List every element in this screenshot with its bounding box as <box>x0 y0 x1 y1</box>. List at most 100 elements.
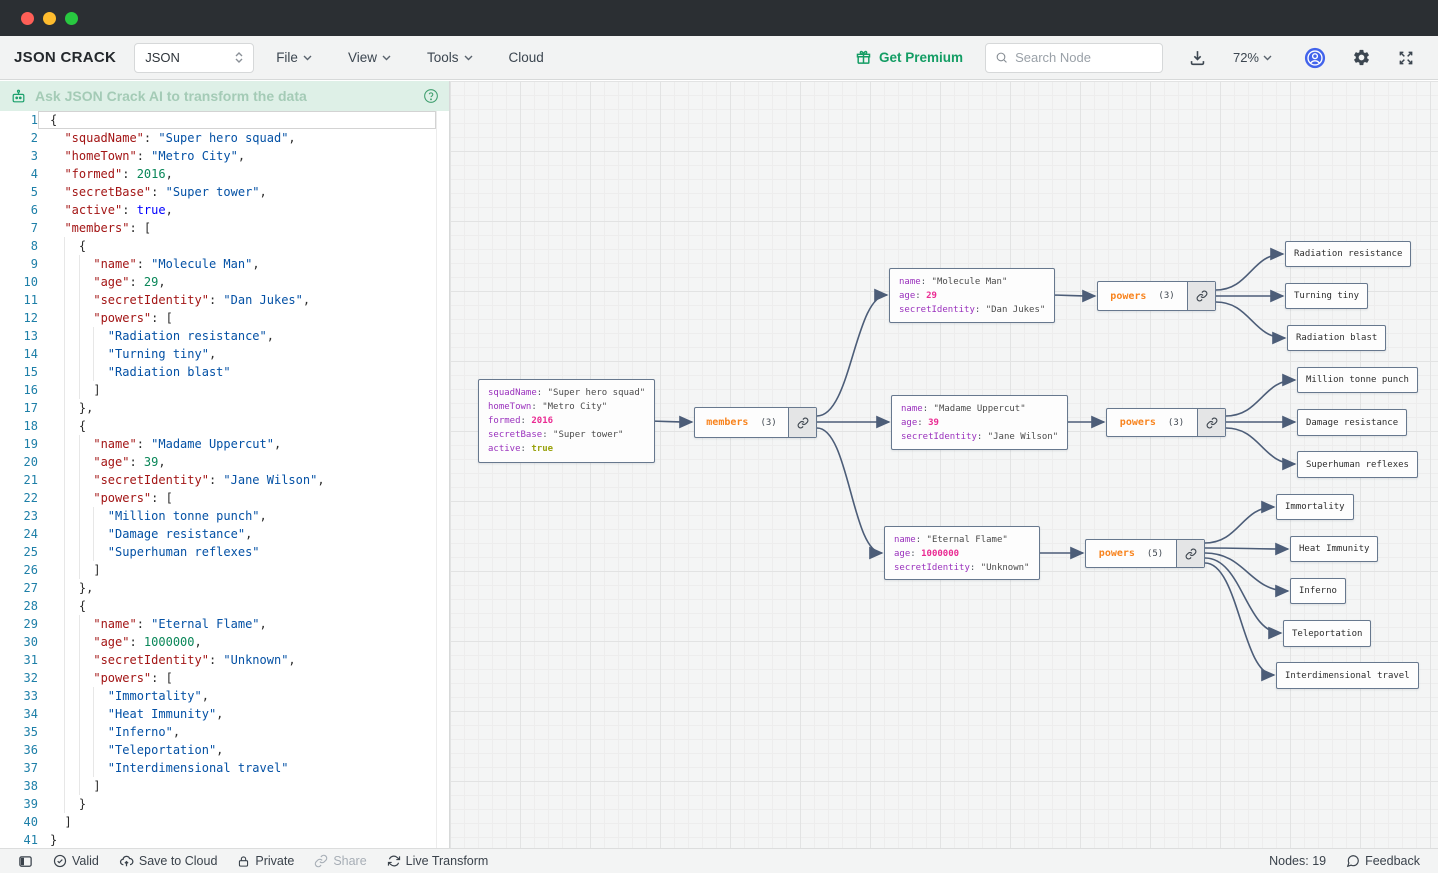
editor-line[interactable]: 37"Interdimensional travel" <box>0 759 449 777</box>
graph-node-powers-3[interactable]: powers (5) <box>1085 539 1205 568</box>
editor-line[interactable]: 39} <box>0 795 449 813</box>
editor-line[interactable]: 4"formed": 2016, <box>0 165 449 183</box>
feedback-button[interactable]: Feedback <box>1338 854 1428 868</box>
get-premium-button[interactable]: Get Premium <box>855 49 963 66</box>
fullscreen-button[interactable] <box>1388 43 1424 73</box>
graph-node-member-3[interactable]: name: "Eternal Flame"age: 1000000secretI… <box>884 526 1040 580</box>
editor-line[interactable]: 14"Turning tiny", <box>0 345 449 363</box>
array-key-label: powers <box>1099 548 1135 559</box>
search-node-box[interactable] <box>985 43 1163 73</box>
graph-canvas[interactable]: squadName: "Super hero squad"homeTown: "… <box>450 81 1438 848</box>
expand-collapse-button[interactable] <box>1197 409 1225 436</box>
editor-line[interactable]: 16] <box>0 381 449 399</box>
toggle-panel-button[interactable] <box>10 854 41 869</box>
editor-line[interactable]: 35"Inferno", <box>0 723 449 741</box>
settings-button[interactable] <box>1343 43 1380 73</box>
save-to-cloud-button[interactable]: Save to Cloud <box>111 854 226 869</box>
editor-line[interactable]: 36"Teleportation", <box>0 741 449 759</box>
close-window-button[interactable] <box>21 12 34 25</box>
graph-node-powers-1[interactable]: powers(3) <box>1097 281 1216 311</box>
link-icon <box>1196 290 1208 302</box>
editor-line[interactable]: 17}, <box>0 399 449 417</box>
menu-cloud[interactable]: Cloud <box>495 43 558 73</box>
graph-node-member-2[interactable]: name: "Madame Uppercut"age: 39secretIden… <box>891 395 1068 450</box>
editor-line[interactable]: 18{ <box>0 417 449 435</box>
share-button[interactable]: Share <box>306 854 374 868</box>
editor-line[interactable]: 41} <box>0 831 449 848</box>
editor-line[interactable]: 20"age": 39, <box>0 453 449 471</box>
editor-line[interactable]: 28{ <box>0 597 449 615</box>
graph-node-leaf-3a[interactable]: Immortality <box>1276 494 1354 520</box>
editor-line[interactable]: 27}, <box>0 579 449 597</box>
editor-line[interactable]: 9"name": "Molecule Man", <box>0 255 449 273</box>
editor-line[interactable]: 19"name": "Madame Uppercut", <box>0 435 449 453</box>
zoom-level-select[interactable]: 72% <box>1224 43 1281 73</box>
graph-node-member-1[interactable]: name: "Molecule Man"age: 29secretIdentit… <box>889 268 1055 323</box>
graph-node-leaf-3c[interactable]: Inferno <box>1290 578 1346 604</box>
editor-line[interactable]: 11"secretIdentity": "Dan Jukes", <box>0 291 449 309</box>
editor-line[interactable]: 12"powers": [ <box>0 309 449 327</box>
graph-node-leaf-3e[interactable]: Interdimensional travel <box>1276 662 1419 689</box>
editor-line[interactable]: 26] <box>0 561 449 579</box>
graph-node-leaf-2c[interactable]: Superhuman reflexes <box>1297 451 1418 478</box>
editor-line[interactable]: 10"age": 29, <box>0 273 449 291</box>
editor-line[interactable]: 8{ <box>0 237 449 255</box>
editor-line[interactable]: 24"Damage resistance", <box>0 525 449 543</box>
node-row: squadName: "Super hero squad" <box>488 386 645 400</box>
editor-line[interactable]: 21"secretIdentity": "Jane Wilson", <box>0 471 449 489</box>
menu-file[interactable]: File <box>262 43 326 73</box>
editor-line[interactable]: 23"Million tonne punch", <box>0 507 449 525</box>
editor-line[interactable]: 38] <box>0 777 449 795</box>
graph-node-leaf-3b[interactable]: Heat Immunity <box>1290 536 1378 562</box>
valid-status[interactable]: Valid <box>45 854 107 868</box>
editor-line[interactable]: 32"powers": [ <box>0 669 449 687</box>
ai-banner[interactable]: Ask JSON Crack AI to transform the data <box>0 81 449 111</box>
menu-tools[interactable]: Tools <box>413 43 487 73</box>
minimize-window-button[interactable] <box>43 12 56 25</box>
graph-node-leaf-2b[interactable]: Damage resistance <box>1297 409 1407 436</box>
editor-line[interactable]: 15"Radiation blast" <box>0 363 449 381</box>
graph-node-leaf-1c[interactable]: Radiation blast <box>1287 325 1386 351</box>
menu-view[interactable]: View <box>334 43 405 73</box>
graph-node-powers-2[interactable]: powers(3) <box>1106 408 1226 437</box>
editor-line[interactable]: 7"members": [ <box>0 219 449 237</box>
search-node-input[interactable] <box>1015 50 1153 65</box>
help-icon[interactable] <box>423 88 439 104</box>
live-transform-toggle[interactable]: Live Transform <box>379 854 497 868</box>
editor-line[interactable]: 2"squadName": "Super hero squad", <box>0 129 449 147</box>
editor-line[interactable]: 34"Heat Immunity", <box>0 705 449 723</box>
graph-node-root[interactable]: squadName: "Super hero squad"homeTown: "… <box>478 379 655 463</box>
graph-node-members[interactable]: members(3) <box>694 407 817 438</box>
graph-node-leaf-1a[interactable]: Radiation resistance <box>1285 241 1411 267</box>
chevron-down-icon <box>303 55 312 61</box>
editor-line[interactable]: 40] <box>0 813 449 831</box>
expand-collapse-button[interactable] <box>1176 540 1204 567</box>
editor-line[interactable]: 29"name": "Eternal Flame", <box>0 615 449 633</box>
editor-line[interactable]: 33"Immortality", <box>0 687 449 705</box>
editor-line[interactable]: 22"powers": [ <box>0 489 449 507</box>
zoom-window-button[interactable] <box>65 12 78 25</box>
editor-line[interactable]: 5"secretBase": "Super tower", <box>0 183 449 201</box>
graph-node-leaf-2a[interactable]: Million tonne punch <box>1297 367 1418 393</box>
line-number: 33 <box>0 687 38 705</box>
expand-collapse-button[interactable] <box>1187 282 1215 310</box>
editor-line[interactable]: 1{ <box>0 111 449 129</box>
code-editor[interactable]: 1{2"squadName": "Super hero squad",3"hom… <box>0 111 449 848</box>
private-button[interactable]: Private <box>229 854 302 868</box>
editor-line[interactable]: 30"age": 1000000, <box>0 633 449 651</box>
editor-line[interactable]: 31"secretIdentity": "Unknown", <box>0 651 449 669</box>
expand-collapse-button[interactable] <box>788 408 816 437</box>
editor-line[interactable]: 6"active": true, <box>0 201 449 219</box>
line-number: 30 <box>0 633 38 651</box>
editor-line[interactable]: 3"homeTown": "Metro City", <box>0 147 449 165</box>
graph-node-leaf-3d[interactable]: Teleportation <box>1283 620 1371 647</box>
line-number: 23 <box>0 507 38 525</box>
editor-line[interactable]: 13"Radiation resistance", <box>0 327 449 345</box>
array-count: (5) <box>1147 549 1163 559</box>
editor-line[interactable]: 25"Superhuman reflexes" <box>0 543 449 561</box>
format-select[interactable]: JSON <box>134 43 254 73</box>
graph-node-leaf-1b[interactable]: Turning tiny <box>1285 283 1368 309</box>
download-image-button[interactable] <box>1179 43 1216 73</box>
line-number: 31 <box>0 651 38 669</box>
account-button[interactable] <box>1295 43 1335 73</box>
